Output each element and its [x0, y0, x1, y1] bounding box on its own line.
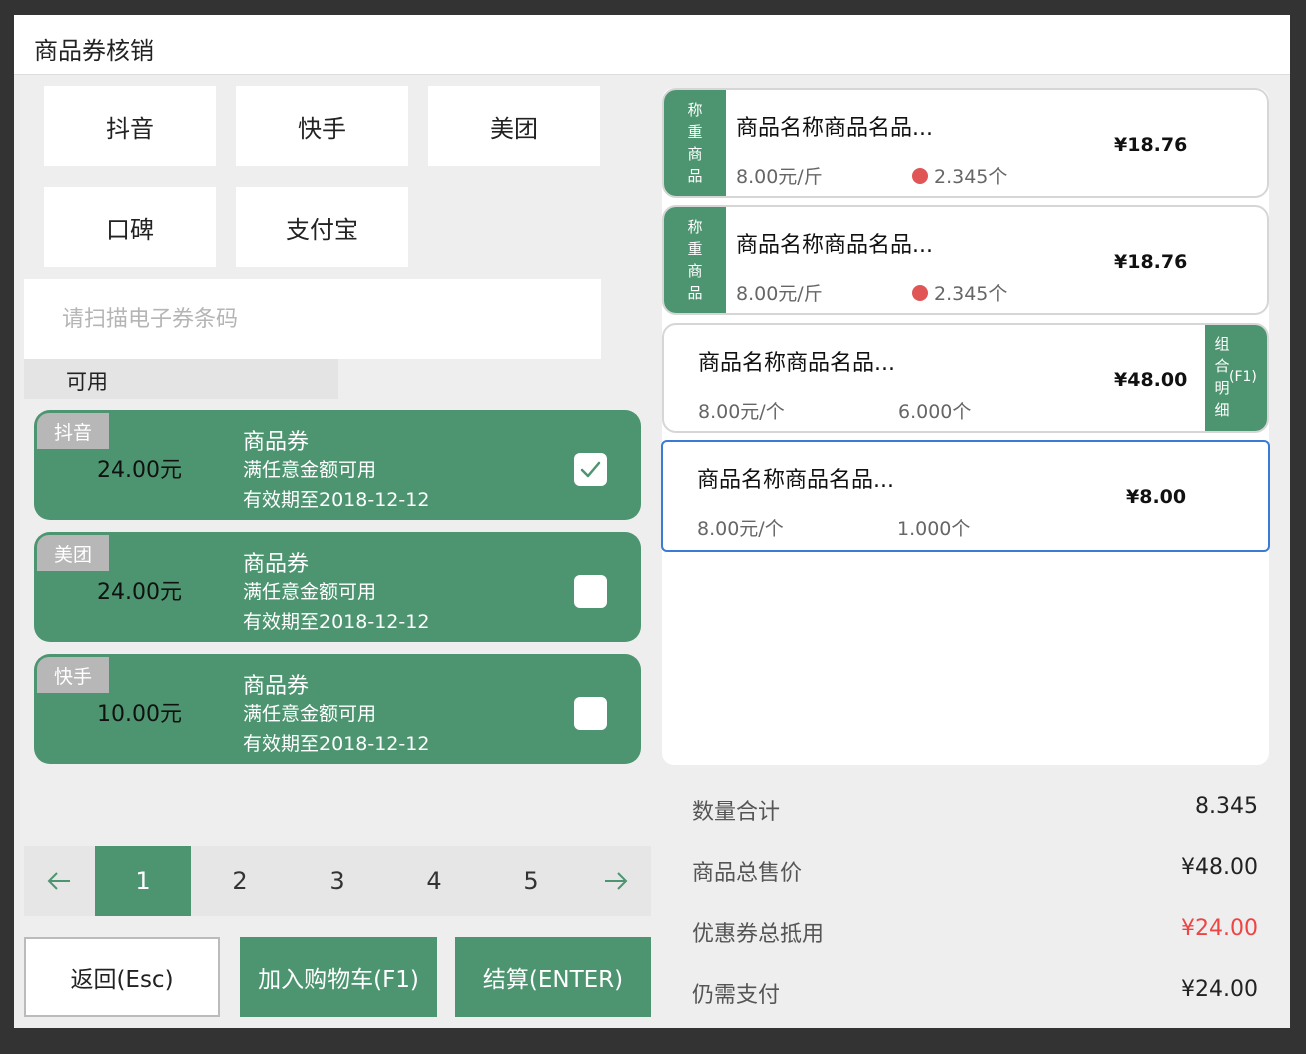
page-button-4[interactable]: 4	[386, 846, 482, 916]
product-total: ¥18.76	[1114, 134, 1188, 156]
weighed-item-tag: 称 重 商 品	[664, 207, 726, 313]
summary-label: 商品总售价	[692, 861, 803, 886]
page-button-2[interactable]: 2	[192, 846, 288, 916]
tab-available-label: 可用	[66, 370, 108, 394]
checkmark-icon	[580, 461, 601, 478]
product-name: 商品名称商品名品...	[698, 351, 895, 376]
coupon-condition: 满任意金额可用	[243, 581, 377, 603]
platform-button-douyin[interactable]: 抖音	[44, 86, 216, 166]
arrow-right-icon	[605, 872, 628, 890]
back-button[interactable]: 返回(Esc)	[24, 937, 220, 1017]
page-button-3[interactable]: 3	[289, 846, 385, 916]
coupon-amount: 24.00元	[97, 458, 182, 483]
summary-total-quantity: 数量合计 8.345	[692, 794, 1258, 834]
arrow-left-icon	[47, 872, 70, 890]
platform-button-alipay[interactable]: 支付宝	[236, 187, 408, 267]
checkout-button[interactable]: 结算(ENTER)	[455, 937, 651, 1017]
scan-code-input[interactable]	[24, 279, 601, 359]
coupon-title: 商品券	[243, 430, 310, 455]
coupon-expiry: 有效期至2018-12-12	[243, 733, 430, 755]
product-quantity: 2.345个	[912, 162, 1007, 189]
product-quantity: 2.345个	[912, 279, 1007, 306]
coupon-card[interactable]: 抖音 24.00元 商品券 满任意金额可用 有效期至2018-12-12	[34, 410, 641, 520]
summary-label: 数量合计	[692, 800, 781, 825]
list-item[interactable]: 称 重 商 品 商品名称商品名品... 8.00元/斤 2.345个 ¥18.7…	[662, 205, 1269, 315]
summary-label: 优惠券总抵用	[692, 922, 825, 947]
coupon-expiry: 有效期至2018-12-12	[243, 489, 430, 511]
prev-page-button[interactable]	[24, 846, 94, 916]
coupon-card[interactable]: 快手 10.00元 商品券 满任意金额可用 有效期至2018-12-12	[34, 654, 641, 764]
title-bar: 商品券核销	[14, 15, 1290, 75]
voucher-window: 商品券核销 抖音 快手 美团 口碑 支付宝 可用 抖音 24.00元 商品券 满…	[14, 15, 1290, 1028]
weighed-item-tag: 称 重 商 品	[664, 90, 726, 196]
next-page-button[interactable]	[581, 846, 651, 916]
summary-value: ¥24.00	[1181, 916, 1258, 941]
list-item[interactable]: 称 重 商 品 商品名称商品名品... 8.00元/斤 2.345个 ¥18.7…	[662, 88, 1269, 198]
summary-amount-due: 仍需支付 ¥24.00	[692, 977, 1258, 1017]
combo-detail-button[interactable]: 组 合 明 细 (F1)	[1205, 325, 1267, 431]
platform-button-kuaishou[interactable]: 快手	[236, 86, 408, 166]
summary-value: 8.345	[1195, 794, 1258, 819]
coupon-platform-badge: 抖音	[37, 413, 109, 449]
window-title: 商品券核销	[34, 37, 154, 65]
product-name: 商品名称商品名品...	[697, 468, 894, 493]
coupon-condition: 满任意金额可用	[243, 703, 377, 725]
coupon-card[interactable]: 美团 24.00元 商品券 满任意金额可用 有效期至2018-12-12	[34, 532, 641, 642]
warning-dot-icon	[912, 285, 928, 301]
summary-label: 仍需支付	[692, 983, 781, 1008]
product-total: ¥8.00	[1126, 486, 1187, 508]
list-item-selected[interactable]: 商品名称商品名品... 8.00元/个 1.000个 ¥8.00	[661, 440, 1270, 552]
page-button-1[interactable]: 1	[95, 846, 191, 916]
product-quantity: 6.000个	[898, 401, 972, 423]
product-name: 商品名称商品名品...	[736, 116, 933, 141]
coupon-amount: 24.00元	[97, 580, 182, 605]
platform-button-koubei[interactable]: 口碑	[44, 187, 216, 267]
coupon-expiry: 有效期至2018-12-12	[243, 611, 430, 633]
page-button-5[interactable]: 5	[483, 846, 579, 916]
product-total: ¥48.00	[1114, 369, 1188, 391]
coupon-checkbox[interactable]	[574, 575, 607, 608]
list-item[interactable]: 商品名称商品名品... 8.00元/个 6.000个 ¥48.00 组 合 明 …	[662, 323, 1269, 433]
combo-shortcut-key: (F1)	[1229, 369, 1257, 385]
summary-value: ¥24.00	[1181, 977, 1258, 1002]
coupon-checkbox[interactable]	[574, 453, 607, 486]
product-total: ¥18.76	[1114, 251, 1188, 273]
add-to-cart-button[interactable]: 加入购物车(F1)	[240, 937, 437, 1017]
product-unit-price: 8.00元/个	[698, 401, 785, 423]
product-name: 商品名称商品名品...	[736, 233, 933, 258]
product-unit-price: 8.00元/个	[697, 518, 784, 540]
coupon-platform-badge: 美团	[37, 535, 109, 571]
coupon-title: 商品券	[243, 674, 310, 699]
coupon-condition: 满任意金额可用	[243, 459, 377, 481]
pagination: 1 2 3 4 5	[24, 846, 651, 916]
coupon-amount: 10.00元	[97, 702, 182, 727]
summary-value: ¥48.00	[1181, 855, 1258, 880]
platform-button-meituan[interactable]: 美团	[428, 86, 600, 166]
product-unit-price: 8.00元/斤	[736, 166, 823, 188]
warning-dot-icon	[912, 168, 928, 184]
coupon-platform-badge: 快手	[37, 657, 109, 693]
coupon-title: 商品券	[243, 552, 310, 577]
product-unit-price: 8.00元/斤	[736, 283, 823, 305]
coupon-checkbox[interactable]	[574, 697, 607, 730]
product-list: 称 重 商 品 商品名称商品名品... 8.00元/斤 2.345个 ¥18.7…	[661, 88, 1270, 765]
tab-available[interactable]: 可用	[24, 359, 338, 399]
product-quantity: 1.000个	[897, 518, 971, 540]
summary-coupon-discount: 优惠券总抵用 ¥24.00	[692, 916, 1258, 956]
summary-total-price: 商品总售价 ¥48.00	[692, 855, 1258, 895]
